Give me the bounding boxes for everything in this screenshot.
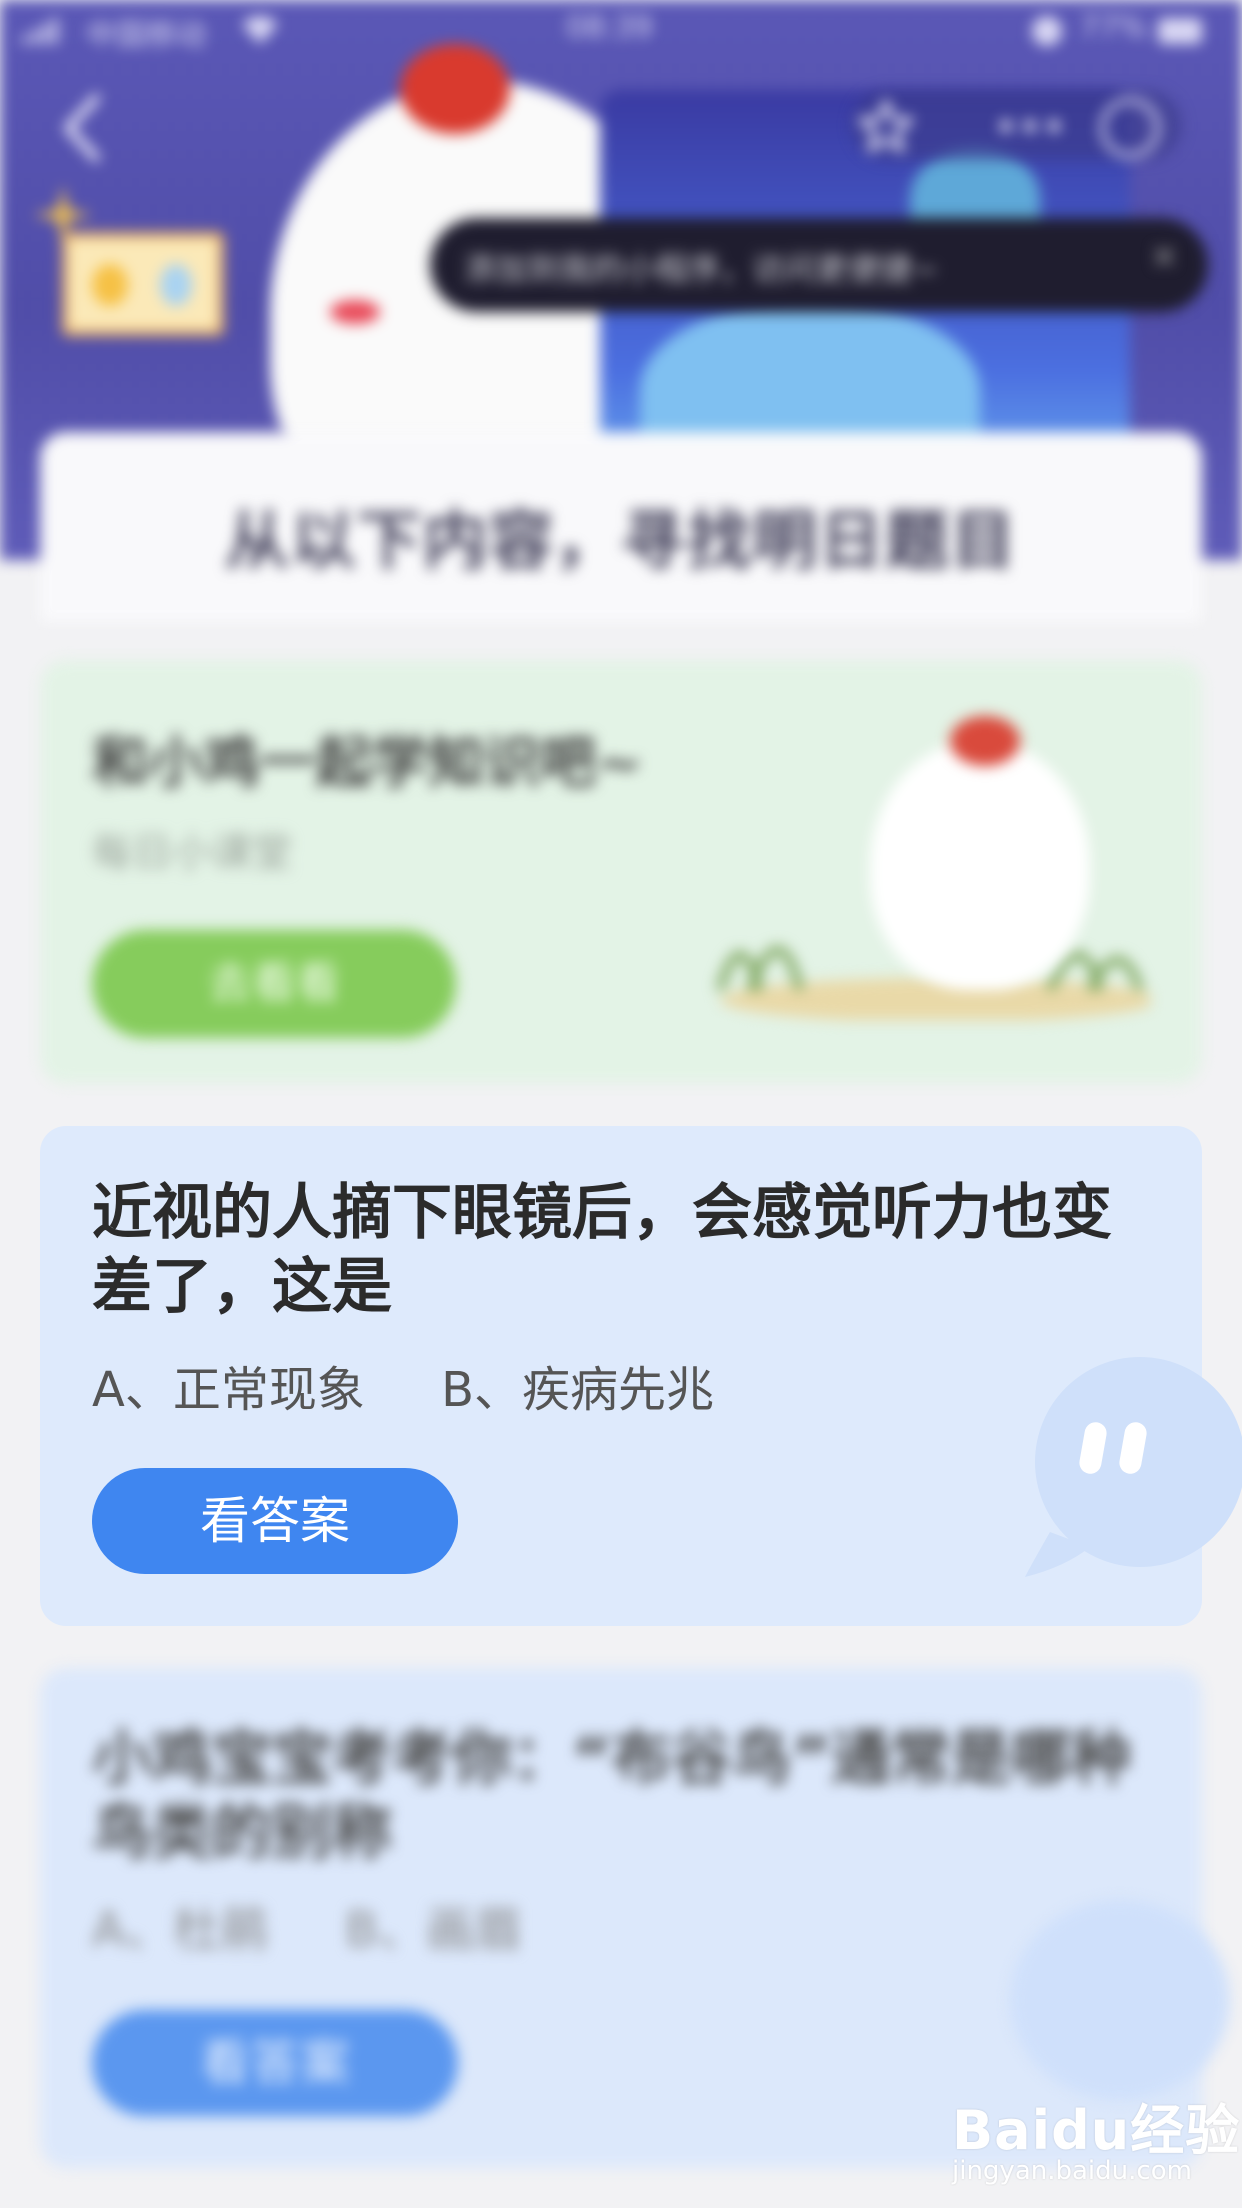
status-bar: 中国移动 08:39 77% (0, 0, 1242, 60)
star-icon[interactable] (856, 96, 916, 156)
add-to-my-programs-tooltip[interactable]: 添加到我的小程序，访问更便捷~ (430, 218, 1208, 312)
back-icon[interactable] (50, 88, 120, 168)
more-icon[interactable] (990, 108, 1070, 144)
battery-percent: 77% (1080, 10, 1147, 45)
close-circle-icon[interactable] (1100, 98, 1160, 158)
learn-card-title: 和小鸡一起学知识吧~ (92, 731, 643, 796)
question-text: 近视的人摘下眼镜后，会感觉听力也变差了，这是 (92, 1178, 1112, 1322)
clock: 08:39 (566, 10, 653, 45)
alarm-icon (1032, 16, 1062, 46)
go-see-button[interactable]: 去看看 (92, 930, 456, 1038)
wifi-icon (242, 16, 278, 44)
see-answer-button[interactable]: 看答案 (92, 1468, 458, 1574)
chick-mascot-comb (950, 716, 1020, 766)
banner-title: 从以下内容，寻找明日题目 (225, 505, 1017, 579)
tooltip-text: 添加到我的小程序，访问更便捷~ (464, 250, 939, 288)
question-options: A、正常现象 B、疾病先兆 (92, 1362, 715, 1418)
baidu-jingyan-watermark: Baidu经验 (952, 2099, 1241, 2162)
watermark-url: jingyan.baidu.com (952, 2156, 1192, 2186)
chick-mascot (870, 740, 1090, 990)
chick-cheek (330, 300, 380, 324)
bubble-icon (1025, 1357, 1242, 1577)
sparkle-icon (33, 185, 93, 245)
carrier-label: 中国移动 (86, 18, 206, 53)
bubble-icon-secondary (1010, 1900, 1230, 2100)
learn-card-subtitle: 每日小课堂 (92, 830, 292, 876)
signal-icon (22, 18, 58, 44)
next-see-answer-button[interactable]: 看答案 (92, 2010, 458, 2116)
next-question-text: 小鸡宝宝考考你：“布谷鸟”通常是哪种鸟类的别称 (92, 1724, 1131, 1868)
next-question-options: A、杜鹃 B、画眉 (92, 1902, 523, 1958)
battery-icon (1158, 18, 1202, 44)
tooltip-close-icon[interactable]: × (1150, 236, 1179, 276)
